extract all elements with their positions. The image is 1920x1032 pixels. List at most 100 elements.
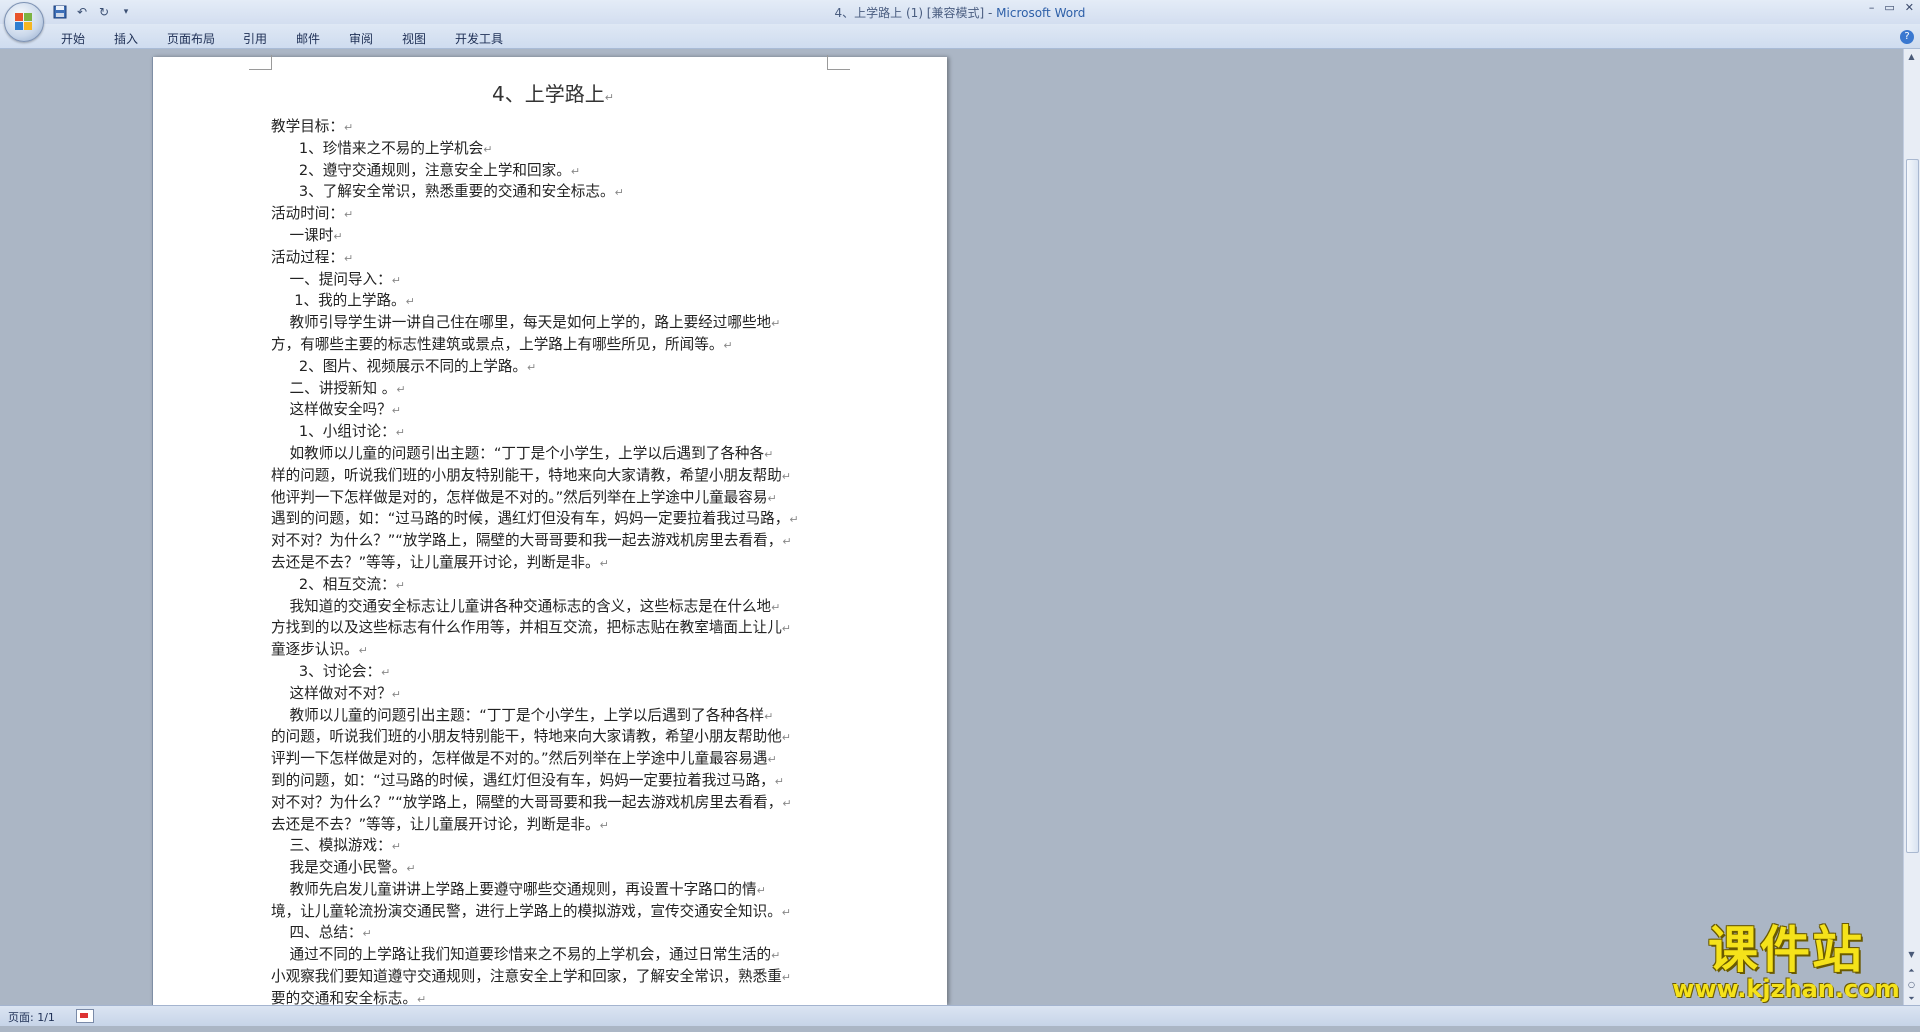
paragraph-text: 这样做对不对？ <box>271 684 392 702</box>
document-paragraph: 的问题，听说我们班的小朋友特别能干，特地来向大家请教，希望小朋友帮助他↵ <box>271 727 835 749</box>
vertical-scrollbar[interactable]: ▲ ▼ ⏶ ○ ⏷ <box>1903 49 1920 1005</box>
document-paragraph: 教师以儿童的问题引出主题：“丁丁是个小学生，上学以后遇到了各种各样↵ <box>271 706 835 728</box>
document-paragraph: 童逐步认识。↵ <box>271 640 835 662</box>
document-paragraph: 他评判一下怎样做是对的，怎样做是不对的。”然后列举在上学途中儿童最容易↵ <box>271 488 835 510</box>
watermark-title: 课件站 <box>1708 921 1864 979</box>
paragraph-text: 境，让儿童轮流扮演交通民警，进行上学路上的模拟游戏，宣传交通安全知识。 <box>271 902 782 920</box>
paragraph-mark: ↵ <box>333 229 343 243</box>
paragraph-mark: ↵ <box>764 447 774 461</box>
paragraph-text: 如教师以儿童的问题引出主题：“丁丁是个小学生，上学以后遇到了各种各 <box>271 444 765 462</box>
tab-references[interactable]: 引用 <box>243 30 267 47</box>
document-paragraph: 一、提问导入：↵ <box>271 270 835 292</box>
tab-mailings[interactable]: 邮件 <box>296 30 320 47</box>
tab-home[interactable]: 开始 <box>61 30 85 47</box>
paragraph-mark: ↵ <box>767 753 777 767</box>
document-paragraph: 1、珍惜来之不易的上学机会↵ <box>271 139 835 161</box>
paragraph-mark: ↵ <box>527 360 537 374</box>
document-paragraph: 对不对？为什么？”“放学路上，隔壁的大哥哥要和我一起去游戏机房里去看看，↵ <box>271 531 835 553</box>
close-icon[interactable]: ✕ <box>1905 1 1914 14</box>
paragraph-mark: ↵ <box>771 317 781 331</box>
document-page[interactable]: 4、上学路上↵ 教学目标：↵ 1、珍惜来之不易的上学机会↵ 2、遵守交通规则，注… <box>152 55 947 1028</box>
document-paragraph: 1、我的上学路。↵ <box>271 291 835 313</box>
paragraph-mark: ↵ <box>570 164 581 178</box>
site-watermark: 课件站 www.kjzhan.com <box>1668 922 1904 1002</box>
tab-insert[interactable]: 插入 <box>114 30 138 47</box>
paragraph-mark: ↵ <box>599 556 609 570</box>
maximize-icon[interactable]: ▭ <box>1884 1 1894 14</box>
watermark-url: www.kjzhan.com <box>1672 975 1900 1003</box>
document-paragraph: 2、相互交流：↵ <box>271 575 835 597</box>
tab-view[interactable]: 视图 <box>402 30 426 47</box>
paragraph-text: 2、遵守交通规则，注意安全上学和回家。 <box>271 161 571 179</box>
document-paragraph: 2、图片、视频展示不同的上学路。↵ <box>271 357 835 379</box>
paragraph-text: 活动过程： <box>271 248 344 266</box>
document-paragraph: 去还是不去？”等等，让儿童展开讨论，判断是非。↵ <box>271 553 835 575</box>
previous-page-icon[interactable]: ⏶ <box>1906 965 1917 977</box>
paragraph-mark: ↵ <box>391 273 401 287</box>
paragraph-text: 一、提问导入： <box>271 270 392 288</box>
document-paragraph: 这样做安全吗？↵ <box>271 400 835 422</box>
paragraph-text: 对不对？为什么？”“放学路上，隔壁的大哥哥要和我一起去游戏机房里去看看， <box>271 793 783 811</box>
paragraph-text: 我是交通小民警。 <box>271 859 407 877</box>
proofing-status-icon[interactable] <box>76 1009 94 1023</box>
paragraph-text: 到的问题，如：“过马路的时候，遇红灯但没有车，妈妈一定要拉着我过马路， <box>271 771 775 789</box>
paragraph-mark: ↵ <box>343 251 354 265</box>
paragraph-text: 去还是不去？”等等，让儿童展开讨论，判断是非。 <box>271 815 600 833</box>
margin-corner-top-right <box>827 55 850 70</box>
document-paragraph: 我知道的交通安全标志让儿童讲各种交通标志的含义，这些标志是在什么地↵ <box>271 597 835 619</box>
document-paragraph: 评判一下怎样做是对的，怎样做是不对的。”然后列举在上学途中儿童最容易遇↵ <box>271 749 835 771</box>
next-page-icon[interactable]: ⏷ <box>1906 993 1917 1005</box>
help-icon[interactable]: ? <box>1900 30 1914 44</box>
scroll-thumb[interactable] <box>1906 159 1919 853</box>
paragraph-mark: ↵ <box>343 208 354 222</box>
document-paragraph: 活动时间：↵ <box>271 204 835 226</box>
paragraph-mark: ↵ <box>391 840 401 854</box>
paragraph-text: 三、模拟游戏： <box>271 837 392 855</box>
status-bar: 页面: 1/1 <box>0 1005 1920 1026</box>
paragraph-mark: ↵ <box>381 665 391 679</box>
paragraph-text: 样的问题，听说我们班的小朋友特别能干，特地来向大家请教，希望小朋友帮助 <box>271 466 782 484</box>
paragraph-mark: ↵ <box>483 142 493 156</box>
paragraph-mark: ↵ <box>416 992 427 1006</box>
paragraph-text: 教师引导学生讲一讲自己住在哪里，每天是如何上学的，路上要经过哪些地 <box>271 314 772 332</box>
tab-review[interactable]: 审阅 <box>349 30 373 47</box>
title-bar: ↶ ↻ ▾ 4、上学路上 (1) [兼容模式] - Microsoft Word… <box>0 0 1920 25</box>
paragraph-mark: ↵ <box>395 426 405 440</box>
office-logo-icon <box>15 13 33 31</box>
status-page-count[interactable]: 页面: 1/1 <box>8 1009 55 1025</box>
paragraph-text: 1、我的上学路。 <box>271 292 406 310</box>
paragraph-mark: ↵ <box>343 121 354 134</box>
window-controls: – ▭ ✕ <box>1869 1 1914 14</box>
paragraph-mark: ↵ <box>599 818 609 832</box>
paragraph-text: 1、小组讨论： <box>271 423 396 441</box>
minimize-icon[interactable]: – <box>1869 1 1875 14</box>
paragraph-text: 2、图片、视频展示不同的上学路。 <box>271 357 528 375</box>
paragraph-mark: ↵ <box>391 404 401 418</box>
paragraph-text: 对不对？为什么？”“放学路上，隔壁的大哥哥要和我一起去游戏机房里去看看， <box>271 532 783 550</box>
office-button[interactable] <box>4 2 44 42</box>
scroll-down-icon[interactable]: ▼ <box>1906 949 1917 961</box>
paragraph-text: 四、总结： <box>271 924 363 942</box>
paragraph-text: 3、讨论会： <box>271 662 382 680</box>
paragraph-mark: ↵ <box>723 338 733 352</box>
paragraph-text: 教师以儿童的问题引出主题：“丁丁是个小学生，上学以后遇到了各种各样 <box>271 706 765 724</box>
document-paragraph: 我是交通小民警。↵ <box>271 858 835 880</box>
document-paragraph: 境，让儿童轮流扮演交通民警，进行上学路上的模拟游戏，宣传交通安全知识。↵ <box>271 902 835 924</box>
document-paragraph: 通过不同的上学路让我们知道要珍惜来之不易的上学机会，通过日常生活的↵ <box>271 945 835 967</box>
document-paragraph: 方，有哪些主要的标志性建筑或景点，上学路上有哪些所见，所闻等。↵ <box>271 335 835 357</box>
paragraph-text: 童逐步认识。 <box>271 641 359 659</box>
scroll-up-icon[interactable]: ▲ <box>1906 51 1917 63</box>
paragraph-mark: ↵ <box>756 883 766 897</box>
tab-developer[interactable]: 开发工具 <box>455 30 503 47</box>
document-body[interactable]: 4、上学路上↵ 教学目标：↵ 1、珍惜来之不易的上学机会↵ 2、遵守交通规则，注… <box>271 81 835 1032</box>
paragraph-text: 3、了解安全常识，熟悉重要的交通和安全标志。 <box>271 183 615 201</box>
select-browse-object-icon[interactable]: ○ <box>1906 979 1917 991</box>
paragraph-mark: ↵ <box>764 709 774 723</box>
document-paragraph: 一课时↵ <box>271 226 835 248</box>
paragraph-mark: ↵ <box>614 186 624 200</box>
paragraph-mark: ↵ <box>396 382 406 396</box>
paragraph-mark: ↵ <box>782 796 792 810</box>
document-paragraph: 如教师以儿童的问题引出主题：“丁丁是个小学生，上学以后遇到了各种各↵ <box>271 444 835 466</box>
tab-page-layout[interactable]: 页面布局 <box>167 30 215 47</box>
document-paragraph: 小观察我们要知道遵守交通规则，注意安全上学和回家，了解安全常识，熟悉重↵ <box>271 967 835 989</box>
